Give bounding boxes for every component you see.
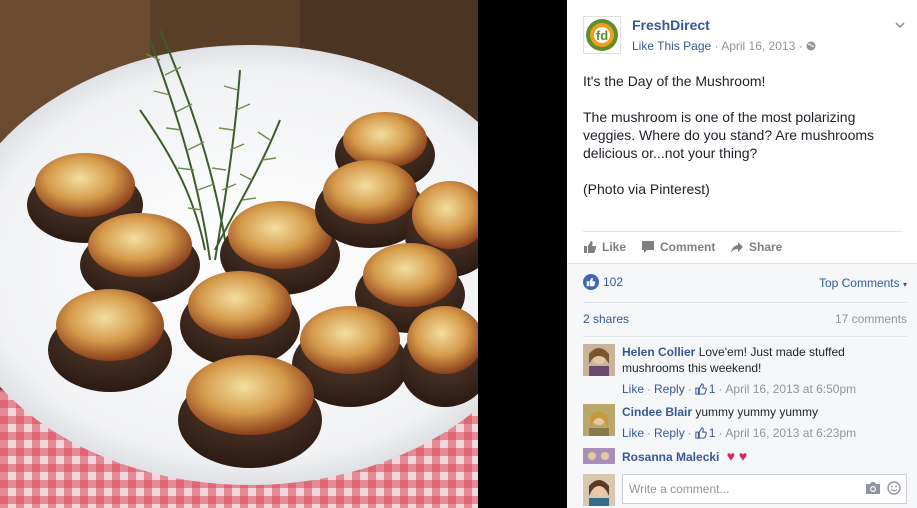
- comment-body: Helen Collier Love'em! Just made stuffed…: [622, 344, 907, 397]
- avatar[interactable]: [583, 344, 615, 376]
- comment-item: Rosanna Malecki ♥ ♥: [583, 448, 907, 468]
- comment-author[interactable]: Rosanna Malecki: [622, 450, 719, 464]
- post-photo[interactable]: [0, 0, 478, 508]
- meta-separator: ·: [714, 39, 719, 53]
- freshdirect-logo-icon: fd: [586, 19, 618, 51]
- likes-row: 102 Top Comments ▾: [583, 274, 907, 294]
- comment-like-link[interactable]: Like: [622, 381, 644, 397]
- comment-likes-count: 1: [708, 382, 716, 396]
- post-text-line-2: The mushroom is one of the most polarizi…: [583, 109, 875, 161]
- like-page-link[interactable]: Like This Page: [632, 39, 711, 53]
- emoji-icon[interactable]: [887, 481, 901, 495]
- post-date[interactable]: April 16, 2013: [721, 39, 795, 53]
- post-text: It's the Day of the Mushroom! The mushro…: [583, 72, 903, 216]
- page-avatar[interactable]: fd: [583, 16, 621, 54]
- comment-likes[interactable]: 1: [695, 381, 716, 397]
- meta-separator: ·: [687, 426, 692, 440]
- top-comments-dropdown[interactable]: Top Comments ▾: [819, 276, 907, 290]
- thumbs-up-outline-icon: [695, 427, 707, 439]
- like-count[interactable]: 102: [583, 274, 623, 290]
- post-actions: Like Comment Share: [583, 231, 903, 262]
- meta-separator: ·: [718, 426, 723, 440]
- comment-body: Rosanna Malecki ♥ ♥: [622, 448, 907, 465]
- shares-link[interactable]: 2 shares: [583, 312, 629, 326]
- like-button[interactable]: Like: [583, 240, 626, 254]
- comment-time[interactable]: April 16, 2013 at 6:23pm: [725, 425, 856, 441]
- comment-likes-count: 1: [708, 426, 716, 440]
- post-panel: fd FreshDirect Like This Page · April 16…: [567, 0, 917, 508]
- top-comments-label: Top Comments: [818, 276, 900, 290]
- like-button-label: Like: [602, 240, 627, 254]
- post-meta: Like This Page · April 16, 2013 ·: [632, 39, 816, 53]
- comment-composer: [583, 474, 907, 506]
- comment-icon: [642, 241, 654, 253]
- avatar: [583, 474, 615, 506]
- meta-separator: ·: [687, 382, 692, 396]
- share-icon: [731, 242, 743, 253]
- comment-body: Cindee Blair yummy yummy yummy Like · Re…: [622, 404, 907, 441]
- meta-separator-2: ·: [798, 39, 803, 53]
- thumbs-up-icon: [584, 241, 597, 253]
- comment-likes[interactable]: 1: [695, 425, 716, 441]
- thumbs-up-outline-icon: [695, 383, 707, 395]
- comment-item: Helen Collier Love'em! Just made stuffed…: [583, 344, 907, 397]
- comment-author[interactable]: Cindee Blair: [622, 405, 692, 419]
- post-text-line-3: (Photo via Pinterest): [583, 181, 710, 197]
- heart-icon: ♥ ♥: [726, 448, 748, 464]
- comment-item: Cindee Blair yummy yummy yummy Like · Re…: [583, 404, 907, 440]
- meta-separator: ·: [647, 382, 652, 396]
- caret-down-icon: ▾: [902, 280, 907, 289]
- stuffed-mushrooms-photo: [0, 0, 478, 508]
- camera-icon[interactable]: [865, 481, 881, 495]
- shares-row: 2 shares 17 comments: [583, 312, 907, 328]
- post-header: fd FreshDirect Like This Page · April 16…: [583, 16, 907, 56]
- comment-reply-link[interactable]: Reply: [654, 381, 685, 397]
- comment-meta: Like · Reply · 1 · April 16, 2013 at 6:2…: [622, 425, 907, 441]
- share-button[interactable]: Share: [730, 240, 782, 254]
- compose-icons: [865, 481, 901, 495]
- comment-button[interactable]: Comment: [641, 240, 715, 254]
- avatar[interactable]: [583, 404, 615, 436]
- meta-separator: ·: [647, 426, 652, 440]
- avatar[interactable]: [583, 448, 615, 464]
- page-name[interactable]: FreshDirect: [632, 17, 710, 33]
- comment-time[interactable]: April 16, 2013 at 6:50pm: [725, 381, 856, 397]
- divider: [583, 336, 907, 337]
- feedback-section: 102 Top Comments ▾ 2 shares 17 comments: [567, 263, 917, 508]
- post-text-line-1: It's the Day of the Mushroom!: [583, 73, 766, 89]
- comment-reply-link[interactable]: Reply: [654, 425, 685, 441]
- comment-meta: Like · Reply · 1 · April 16, 2013 at 6:5…: [622, 381, 907, 397]
- like-badge-icon: [583, 274, 599, 290]
- share-button-label: Share: [749, 240, 783, 254]
- divider: [583, 302, 907, 303]
- comment-author[interactable]: Helen Collier: [622, 345, 695, 359]
- comments-count[interactable]: 17 comments: [835, 312, 907, 326]
- meta-separator: ·: [718, 382, 723, 396]
- comment-button-label: Comment: [660, 240, 716, 254]
- chevron-down-icon[interactable]: [893, 18, 907, 32]
- globe-icon: [806, 41, 816, 51]
- comment-like-link[interactable]: Like: [622, 425, 644, 441]
- like-count-value: 102: [603, 275, 624, 289]
- svg-text:fd: fd: [596, 28, 608, 43]
- comment-text: yummy yummy yummy: [695, 405, 819, 419]
